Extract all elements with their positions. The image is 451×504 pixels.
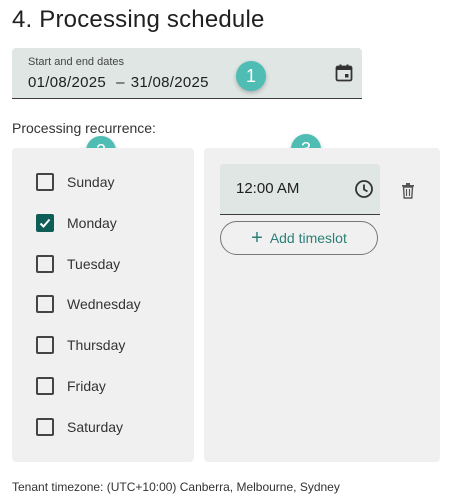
day-label: Friday: [67, 378, 106, 394]
calendar-icon[interactable]: [334, 63, 354, 83]
day-label: Wednesday: [67, 296, 141, 312]
timeslot-field[interactable]: 12:00 AM: [220, 164, 380, 215]
friday-checkbox[interactable]: [36, 377, 54, 395]
day-label: Thursday: [67, 337, 126, 353]
add-timeslot-button[interactable]: + Add timeslot: [220, 221, 378, 255]
add-timeslot-label: Add timeslot: [269, 230, 347, 246]
plus-icon: +: [251, 227, 263, 249]
saturday-checkbox[interactable]: [36, 418, 54, 436]
day-label: Monday: [67, 215, 117, 231]
thursday-checkbox[interactable]: [36, 336, 54, 354]
step-badge-1: 1: [236, 61, 266, 91]
day-label: Tuesday: [67, 256, 121, 272]
day-option-saturday[interactable]: Saturday: [36, 415, 123, 439]
day-option-sunday[interactable]: Sunday: [36, 170, 114, 194]
page-title: 4. Processing schedule: [12, 6, 265, 33]
day-option-thursday[interactable]: Thursday: [36, 333, 125, 357]
day-option-friday[interactable]: Friday: [36, 374, 106, 398]
date-range-field[interactable]: Start and end dates 01/08/2025–31/08/202…: [12, 48, 362, 99]
day-option-monday[interactable]: Monday: [36, 211, 117, 235]
timeslots-panel: 12:00 AM + Add timeslot: [204, 148, 440, 462]
day-label: Sunday: [67, 174, 115, 190]
wednesday-checkbox[interactable]: [36, 295, 54, 313]
end-date[interactable]: 31/08/2025: [131, 74, 209, 91]
date-range-value[interactable]: 01/08/2025–31/08/2025: [28, 74, 209, 91]
tenant-timezone: Tenant timezone: (UTC+10:00) Canberra, M…: [12, 480, 340, 494]
monday-checkbox[interactable]: [36, 214, 54, 232]
clock-icon[interactable]: [354, 179, 374, 199]
day-label: Saturday: [67, 419, 124, 435]
delete-timeslot-icon[interactable]: [400, 182, 416, 200]
tuesday-checkbox[interactable]: [36, 255, 54, 273]
days-panel: Sunday Monday Tuesday Wednesday Thursday…: [12, 148, 194, 462]
recurrence-label: Processing recurrence:: [12, 120, 156, 136]
date-separator: –: [116, 74, 125, 91]
timeslot-value[interactable]: 12:00 AM: [236, 180, 299, 197]
day-option-wednesday[interactable]: Wednesday: [36, 292, 141, 316]
start-date[interactable]: 01/08/2025: [28, 74, 106, 91]
date-range-label: Start and end dates: [28, 56, 125, 68]
checkmark-icon: [39, 218, 51, 228]
sunday-checkbox[interactable]: [36, 173, 54, 191]
day-option-tuesday[interactable]: Tuesday: [36, 252, 120, 276]
